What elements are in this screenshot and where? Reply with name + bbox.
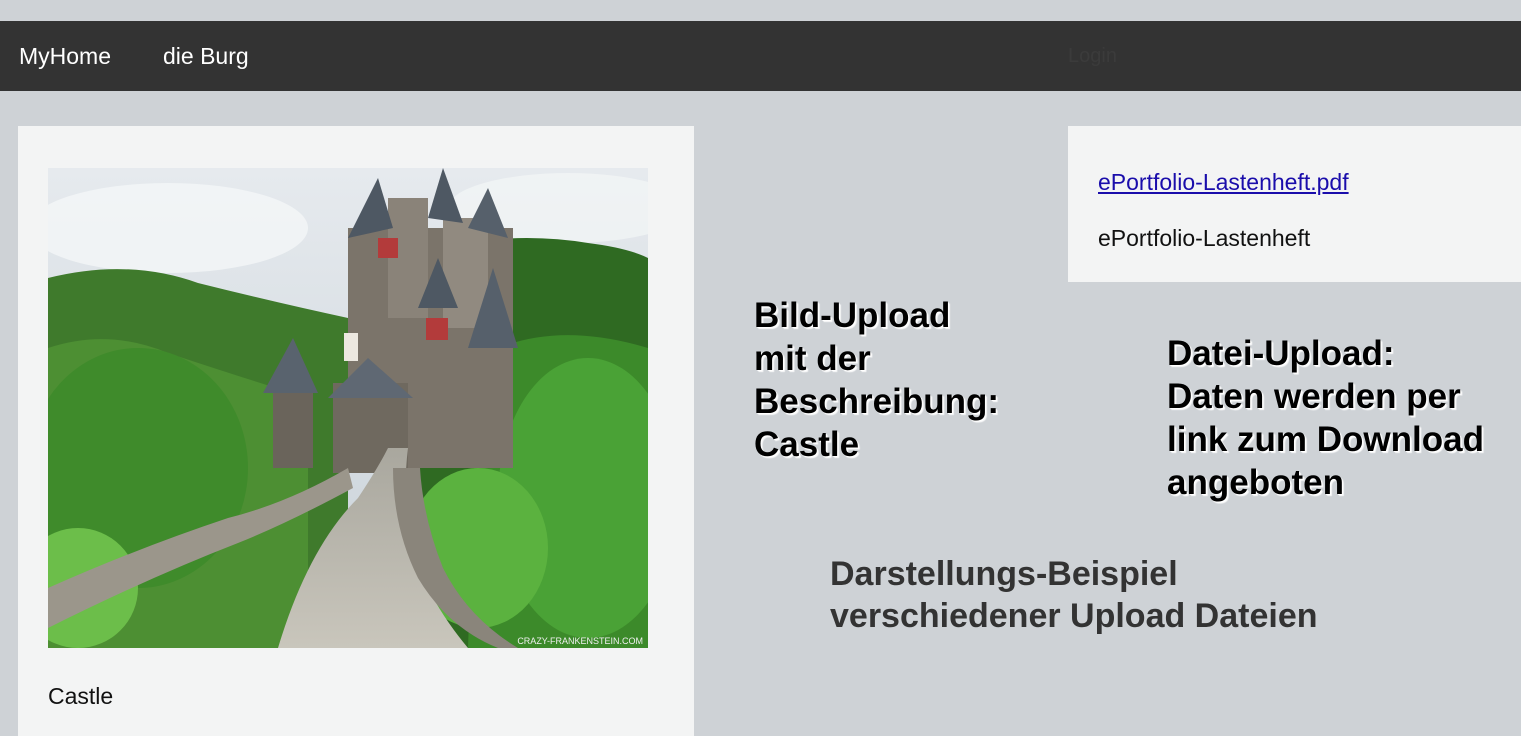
annotation-line: Darstellungs-Beispiel	[830, 555, 1178, 593]
top-navbar: MyHome die Burg Login	[0, 21, 1521, 91]
annotation-demo-caption: Darstellungs-Beispiel verschiedener Uplo…	[830, 553, 1318, 637]
photo-watermark: CRAZY-FRANKENSTEIN.COM	[517, 636, 643, 646]
annotation-line: Beschreibung:	[754, 382, 1000, 421]
annotation-line: Castle	[754, 425, 860, 464]
nav-link-myhome[interactable]: MyHome	[19, 21, 111, 91]
annotation-line: Bild-Upload	[754, 296, 951, 335]
image-caption: Castle	[48, 683, 114, 709]
nav-link-die-burg[interactable]: die Burg	[163, 21, 249, 91]
annotation-line: link zum Download	[1167, 420, 1484, 459]
nav-faint-label: Login	[1068, 45, 1117, 67]
annotation-file-upload: Datei-Upload: Daten werden per link zum …	[1167, 332, 1484, 504]
castle-photo: CRAZY-FRANKENSTEIN.COM	[48, 168, 648, 648]
annotation-line: verschiedener Upload Dateien	[830, 597, 1318, 635]
image-upload-card: CRAZY-FRANKENSTEIN.COM Castle	[18, 126, 694, 736]
file-download-link[interactable]: ePortfolio-Lastenheft.pdf	[1098, 169, 1349, 196]
annotation-line: Daten werden per	[1167, 377, 1461, 416]
annotation-line: Datei-Upload:	[1167, 334, 1395, 373]
annotation-line: mit der	[754, 339, 871, 378]
annotation-image-upload: Bild-Upload mit der Beschreibung: Castle	[754, 294, 999, 466]
file-upload-card: ePortfolio-Lastenheft.pdf ePortfolio-Las…	[1068, 126, 1521, 282]
file-description: ePortfolio-Lastenheft	[1098, 225, 1311, 251]
annotation-line: angeboten	[1167, 463, 1344, 502]
